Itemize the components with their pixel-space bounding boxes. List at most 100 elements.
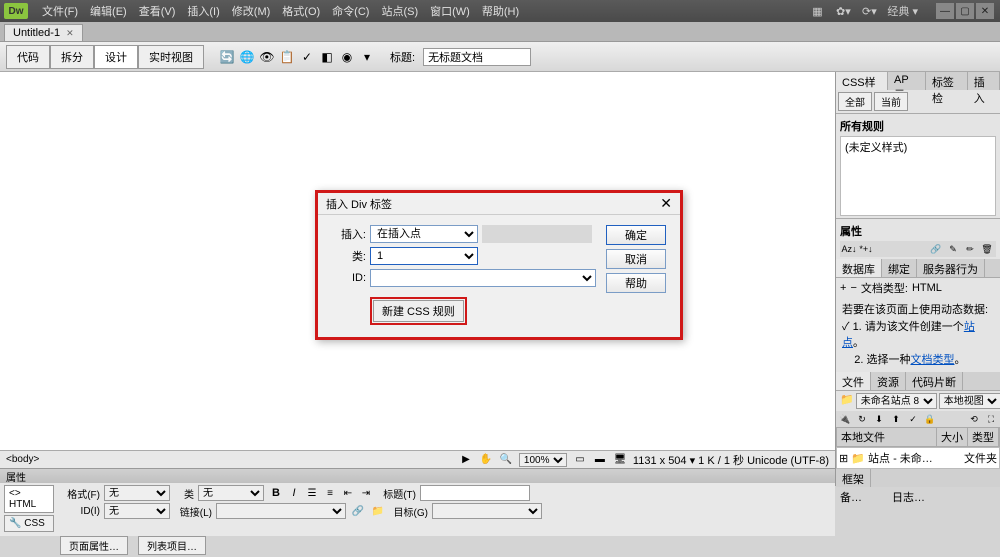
menu-insert[interactable]: 插入(I) xyxy=(181,3,225,19)
view-code-button[interactable]: 代码 xyxy=(6,45,50,69)
outdent-icon[interactable]: ⇤ xyxy=(340,485,356,501)
toolbar-icon-7[interactable]: ◉ xyxy=(338,48,356,66)
tab-close-icon[interactable]: ✕ xyxy=(66,28,74,39)
plus-icon[interactable]: + xyxy=(840,282,846,294)
dialog-close-icon[interactable]: ✕ xyxy=(660,195,672,212)
hand-tool-icon[interactable]: ✋ xyxy=(479,453,493,467)
tab-tag-inspector[interactable]: 标签检 xyxy=(926,72,968,90)
view-live-button[interactable]: 实时视图 xyxy=(138,45,204,69)
tab-assets[interactable]: 资源 xyxy=(871,372,906,390)
toolbar-icon-8[interactable]: ▾ xyxy=(358,48,376,66)
cancel-button[interactable]: 取消 xyxy=(606,249,666,269)
layout-icon[interactable]: ▦ xyxy=(809,3,825,19)
tab-css-styles[interactable]: CSS样式 xyxy=(836,72,888,90)
props-css-tab[interactable]: 🔧 CSS xyxy=(4,515,54,532)
checkin-icon[interactable]: 🔒 xyxy=(922,412,938,426)
put-icon[interactable]: ⬆ xyxy=(888,412,904,426)
tab-server-behaviors[interactable]: 服务器行为 xyxy=(917,259,985,277)
menu-view[interactable]: 查看(V) xyxy=(133,3,182,19)
zoom-tool-icon[interactable]: 🔍 xyxy=(499,453,513,467)
col-local-files[interactable]: 本地文件 xyxy=(837,428,937,446)
css-rules-list[interactable]: (未定义样式) xyxy=(840,136,996,216)
file-list[interactable]: ⊞ 📁 站点 - 未命… 文件夹 xyxy=(836,447,1000,469)
extension-icon[interactable]: ✿▾ xyxy=(835,3,851,19)
az-sort-icon[interactable]: Az↓ xyxy=(841,242,857,256)
menu-help[interactable]: 帮助(H) xyxy=(476,3,525,19)
tab-snippets[interactable]: 代码片断 xyxy=(906,372,963,390)
class-select-props[interactable]: 无 xyxy=(198,485,264,501)
zoom-select[interactable]: 100% xyxy=(519,453,567,467)
link-select[interactable] xyxy=(216,503,346,519)
trash-icon[interactable]: 🗑 xyxy=(979,242,995,256)
screen-icon-3[interactable]: 🖥 xyxy=(613,453,627,467)
screen-icon-2[interactable]: ▬ xyxy=(593,453,607,467)
menu-format[interactable]: 格式(O) xyxy=(276,3,326,19)
toolbar-icon-3[interactable]: 👁 xyxy=(258,48,276,66)
doctype-link[interactable]: 文档类型 xyxy=(910,354,954,366)
ul-icon[interactable]: ☰ xyxy=(304,485,320,501)
edit-icon[interactable]: ✏ xyxy=(962,242,978,256)
menu-modify[interactable]: 修改(M) xyxy=(226,3,277,19)
link-chain-icon[interactable]: 🔗 xyxy=(350,503,366,519)
bold-icon[interactable]: B xyxy=(268,485,284,501)
target-select[interactable] xyxy=(432,503,542,519)
menu-site[interactable]: 站点(S) xyxy=(375,3,424,19)
menu-edit[interactable]: 编辑(E) xyxy=(84,3,133,19)
expand-icon[interactable]: ⛶ xyxy=(983,412,999,426)
screen-icon-1[interactable]: ▭ xyxy=(573,453,587,467)
toolbar-icon-1[interactable]: 🔄 xyxy=(218,48,236,66)
ok-button[interactable]: 确定 xyxy=(606,225,666,245)
tab-bindings[interactable]: 绑定 xyxy=(882,259,917,277)
view-design-button[interactable]: 设计 xyxy=(94,45,138,69)
page-title-input[interactable] xyxy=(423,48,531,66)
new-css-rule-button[interactable]: 新建 CSS 规则 xyxy=(373,300,464,322)
css-all-button[interactable]: 全部 xyxy=(838,92,872,111)
refresh-icon[interactable]: ↻ xyxy=(854,412,870,426)
new-rule-icon[interactable]: ✎ xyxy=(945,242,961,256)
backup-link[interactable]: 备… xyxy=(840,489,862,505)
toolbar-icon-5[interactable]: ✓ xyxy=(298,48,316,66)
log-link[interactable]: 日志… xyxy=(892,489,925,505)
tab-database[interactable]: 数据库 xyxy=(836,259,882,277)
props-title-input[interactable] xyxy=(420,485,530,501)
list-item-button[interactable]: 列表项目… xyxy=(138,536,206,555)
connect-icon[interactable]: 🔌 xyxy=(837,412,853,426)
props-html-tab[interactable]: <> HTML xyxy=(4,485,54,513)
id-select[interactable] xyxy=(370,269,596,287)
browse-folder-icon[interactable]: 📁 xyxy=(370,503,386,519)
tag-selector[interactable]: <body> xyxy=(6,454,39,465)
sync-icon[interactable]: ⟳▾ xyxy=(861,3,877,19)
tab-files[interactable]: 文件 xyxy=(836,372,871,390)
toolbar-icon-6[interactable]: ◧ xyxy=(318,48,336,66)
window-close[interactable]: ✕ xyxy=(976,3,994,19)
window-minimize[interactable]: — xyxy=(936,3,954,19)
view-split-button[interactable]: 拆分 xyxy=(50,45,94,69)
window-maximize[interactable]: ▢ xyxy=(956,3,974,19)
properties-panel-header[interactable]: 属性 xyxy=(0,469,835,483)
sync2-icon[interactable]: ⟲ xyxy=(966,412,982,426)
insert-secondary-select[interactable] xyxy=(482,225,592,243)
props-id-select[interactable]: 无 xyxy=(104,503,170,519)
pointer-tool-icon[interactable]: ▶ xyxy=(459,453,473,467)
indent-icon[interactable]: ⇥ xyxy=(358,485,374,501)
italic-icon[interactable]: I xyxy=(286,485,302,501)
checkout-icon[interactable]: ✓ xyxy=(905,412,921,426)
col-size[interactable]: 大小 xyxy=(937,428,968,446)
tab-frames[interactable]: 框架 xyxy=(836,469,871,487)
class-select[interactable]: 1 xyxy=(370,247,478,265)
layout-mode[interactable]: 经典 ▾ xyxy=(887,3,918,19)
category-icon[interactable]: *+↓ xyxy=(858,242,874,256)
menu-commands[interactable]: 命令(C) xyxy=(326,3,375,19)
css-current-button[interactable]: 当前 xyxy=(874,92,908,111)
toolbar-icon-4[interactable]: 📋 xyxy=(278,48,296,66)
get-icon[interactable]: ⬇ xyxy=(871,412,887,426)
insert-position-select[interactable]: 在插入点 xyxy=(370,225,478,243)
view-select[interactable]: 本地视图 xyxy=(939,393,1000,409)
format-select[interactable]: 无 xyxy=(104,485,170,501)
attach-icon[interactable]: 🔗 xyxy=(928,242,944,256)
tab-insert[interactable]: 插入 xyxy=(968,72,1000,90)
document-tab[interactable]: Untitled-1 ✕ xyxy=(4,24,83,41)
col-type[interactable]: 类型 xyxy=(968,428,999,446)
tab-ap-elements[interactable]: AP 元 xyxy=(888,72,926,90)
menu-file[interactable]: 文件(F) xyxy=(36,3,84,19)
